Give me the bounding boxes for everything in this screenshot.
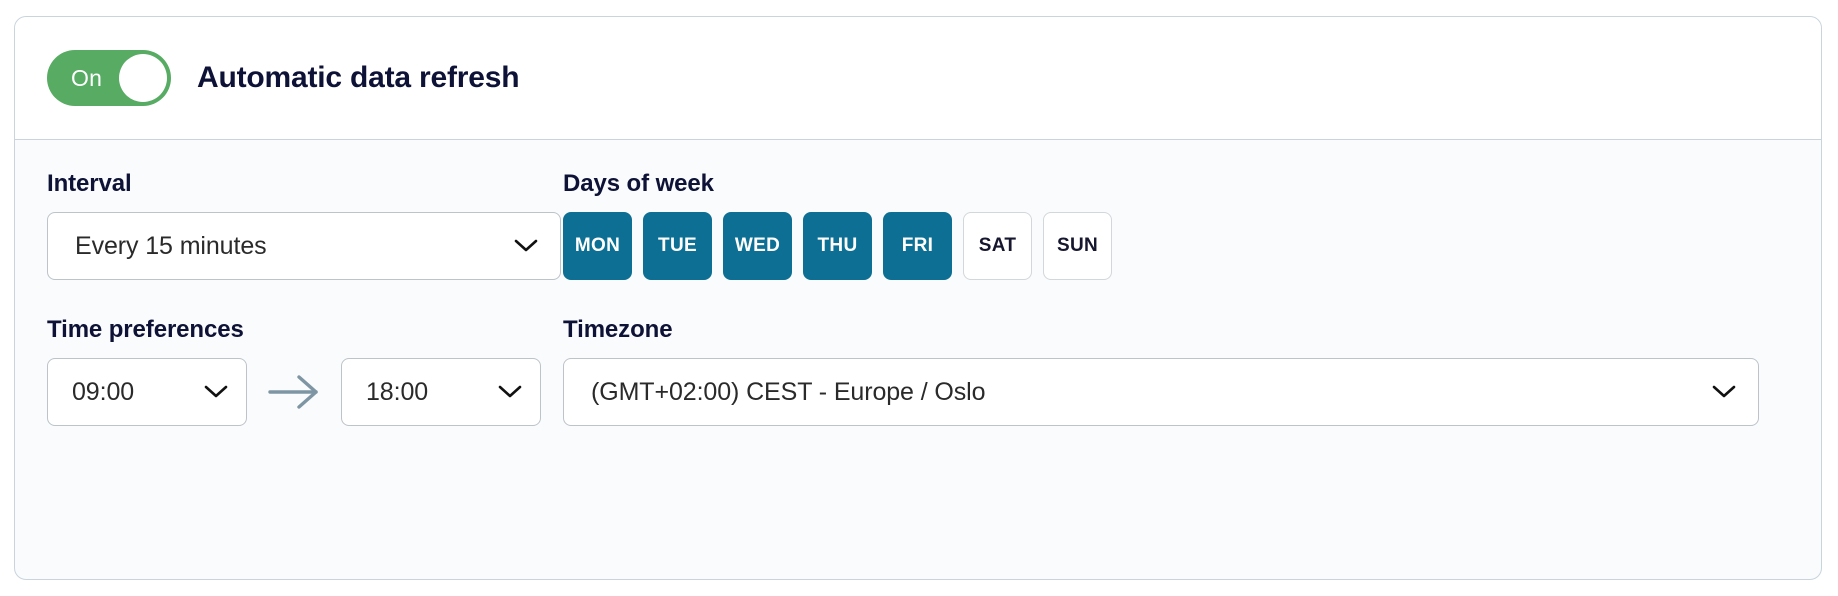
- day-button-thu[interactable]: THU: [803, 212, 872, 280]
- toggle-knob[interactable]: [119, 54, 167, 102]
- timezone-label: Timezone: [563, 316, 673, 343]
- chevron-down-icon: [1712, 385, 1736, 399]
- day-button-sat[interactable]: SAT: [963, 212, 1032, 280]
- day-button-tue[interactable]: TUE: [643, 212, 712, 280]
- day-button-fri[interactable]: FRI: [883, 212, 952, 280]
- arrow-right-icon: [266, 372, 322, 412]
- end-time-select[interactable]: 18:00: [341, 358, 541, 426]
- time-range-group: 09:00 18:00: [47, 358, 563, 426]
- days-of-week-group: MON TUE WED THU FRI SAT SUN: [563, 212, 1789, 280]
- start-time-value: 09:00: [72, 377, 135, 406]
- automatic-data-refresh-toggle[interactable]: On: [47, 50, 171, 106]
- interval-select[interactable]: Every 15 minutes: [47, 212, 561, 280]
- interval-selected-value: Every 15 minutes: [75, 231, 267, 260]
- days-of-week-label: Days of week: [563, 170, 714, 197]
- chevron-down-icon: [514, 239, 538, 253]
- automatic-data-refresh-card: On Automatic data refresh Interval Every…: [14, 16, 1822, 580]
- form-row-time: Time preferences 09:00 18:00 Timezone (G…: [47, 316, 1789, 426]
- day-button-mon[interactable]: MON: [563, 212, 632, 280]
- interval-field: Interval Every 15 minutes: [47, 170, 563, 280]
- start-time-select[interactable]: 09:00: [47, 358, 247, 426]
- day-button-wed[interactable]: WED: [723, 212, 792, 280]
- timezone-field: Timezone (GMT+02:00) CEST - Europe / Osl…: [563, 316, 1789, 426]
- time-preferences-label: Time preferences: [47, 316, 244, 343]
- interval-label: Interval: [47, 170, 132, 197]
- page-title: Automatic data refresh: [197, 61, 520, 94]
- toggle-state-label: On: [71, 64, 103, 91]
- card-header: On Automatic data refresh: [15, 17, 1821, 140]
- form-row-schedule: Interval Every 15 minutes Days of week M…: [47, 170, 1789, 280]
- timezone-selected-value: (GMT+02:00) CEST - Europe / Oslo: [591, 377, 986, 406]
- day-button-sun[interactable]: SUN: [1043, 212, 1112, 280]
- chevron-down-icon: [204, 385, 228, 399]
- timezone-select[interactable]: (GMT+02:00) CEST - Europe / Oslo: [563, 358, 1759, 426]
- card-body: Interval Every 15 minutes Days of week M…: [15, 140, 1821, 426]
- days-of-week-field: Days of week MON TUE WED THU FRI SAT SUN: [563, 170, 1789, 280]
- end-time-value: 18:00: [366, 377, 429, 406]
- chevron-down-icon: [498, 385, 522, 399]
- time-preferences-field: Time preferences 09:00 18:00: [47, 316, 563, 426]
